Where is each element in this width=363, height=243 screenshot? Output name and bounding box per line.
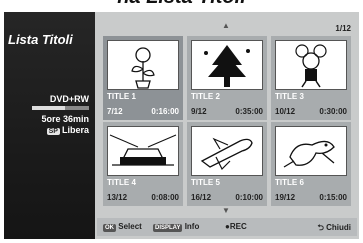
disc-type: DVD+RW bbox=[49, 94, 89, 104]
dvd-screen: Lista Titoli DVD+RW 5ore 36min SP Libera … bbox=[4, 12, 359, 239]
flower-pot-icon bbox=[107, 40, 179, 90]
return-icon: ⮌ bbox=[317, 223, 324, 232]
display-info-hint[interactable]: DISPLAY Info bbox=[153, 222, 199, 232]
scroll-up-icon[interactable]: ▲ bbox=[222, 21, 230, 30]
select-label: Select bbox=[118, 222, 142, 231]
title-name: TITLE 3 bbox=[275, 92, 304, 101]
title-thumbnail-5[interactable]: TITLE 5 16/12 0:10:00 bbox=[187, 122, 267, 206]
title-length: 0:16:00 bbox=[151, 107, 179, 116]
scroll-down-icon[interactable]: ▼ bbox=[222, 206, 230, 215]
title-thumbnail-4[interactable]: TITLE 4 13/12 0:08:00 bbox=[103, 122, 183, 206]
title-length: 0:35:00 bbox=[235, 107, 263, 116]
title-thumbnail-3[interactable]: TITLE 3 10/12 0:30:00 bbox=[271, 36, 351, 120]
ok-key: OK bbox=[103, 224, 116, 232]
title-thumbnail-6[interactable]: TITLE 6 19/12 0:15:00 bbox=[271, 122, 351, 206]
car-icon bbox=[107, 126, 179, 176]
page-heading: na Lista Titoli bbox=[0, 0, 363, 9]
remaining-time: 5ore 36min bbox=[41, 114, 89, 124]
title-length: 0:15:00 bbox=[319, 193, 347, 202]
title-date: 19/12 bbox=[275, 193, 296, 202]
info-label: Info bbox=[184, 222, 200, 231]
title-date: 16/12 bbox=[191, 193, 212, 202]
tree-icon bbox=[191, 40, 263, 90]
capacity-bar bbox=[32, 106, 89, 110]
title-name: TITLE 4 bbox=[107, 178, 136, 187]
display-key: DISPLAY bbox=[153, 224, 183, 232]
title-name: TITLE 1 bbox=[107, 92, 136, 101]
title-thumbnail-1[interactable]: TITLE 1 7/12 0:16:00 bbox=[103, 36, 183, 120]
capacity-fill bbox=[32, 106, 66, 110]
free-text: Libera bbox=[61, 125, 89, 135]
page-indicator: 1/12 bbox=[335, 24, 351, 33]
title-grid-panel: ▲ 1/12 TITLE 1 7/12 0:16:00 TITLE 2 9/12… bbox=[95, 12, 359, 239]
menu-title: Lista Titoli bbox=[8, 32, 73, 47]
sidebar: Lista Titoli DVD+RW 5ore 36min SP Libera bbox=[4, 12, 95, 239]
mode-badge: SP bbox=[46, 128, 60, 135]
title-thumbnail-2[interactable]: TITLE 2 9/12 0:35:00 bbox=[187, 36, 267, 120]
rec-hint[interactable]: ●REC bbox=[225, 222, 247, 231]
title-length: 0:10:00 bbox=[235, 193, 263, 202]
title-name: TITLE 2 bbox=[191, 92, 220, 101]
title-date: 9/12 bbox=[191, 107, 207, 116]
title-date: 13/12 bbox=[107, 193, 128, 202]
title-date: 10/12 bbox=[275, 107, 296, 116]
title-length: 0:30:00 bbox=[319, 107, 347, 116]
free-label: SP Libera bbox=[46, 125, 89, 135]
cartoon-mouse-icon bbox=[275, 40, 347, 90]
footer-bar: OK Select DISPLAY Info ●REC ⮌ Chiudi bbox=[97, 218, 357, 236]
title-date: 7/12 bbox=[107, 107, 123, 116]
title-length: 0:08:00 bbox=[151, 193, 179, 202]
cartoon-dog-icon bbox=[275, 126, 347, 176]
title-name: TITLE 5 bbox=[191, 178, 220, 187]
close-hint[interactable]: ⮌ Chiudi bbox=[317, 222, 351, 236]
title-name: TITLE 6 bbox=[275, 178, 304, 187]
space-shuttle-icon bbox=[191, 126, 263, 176]
close-label: Chiudi bbox=[326, 223, 351, 232]
ok-select-hint[interactable]: OK Select bbox=[103, 222, 142, 232]
